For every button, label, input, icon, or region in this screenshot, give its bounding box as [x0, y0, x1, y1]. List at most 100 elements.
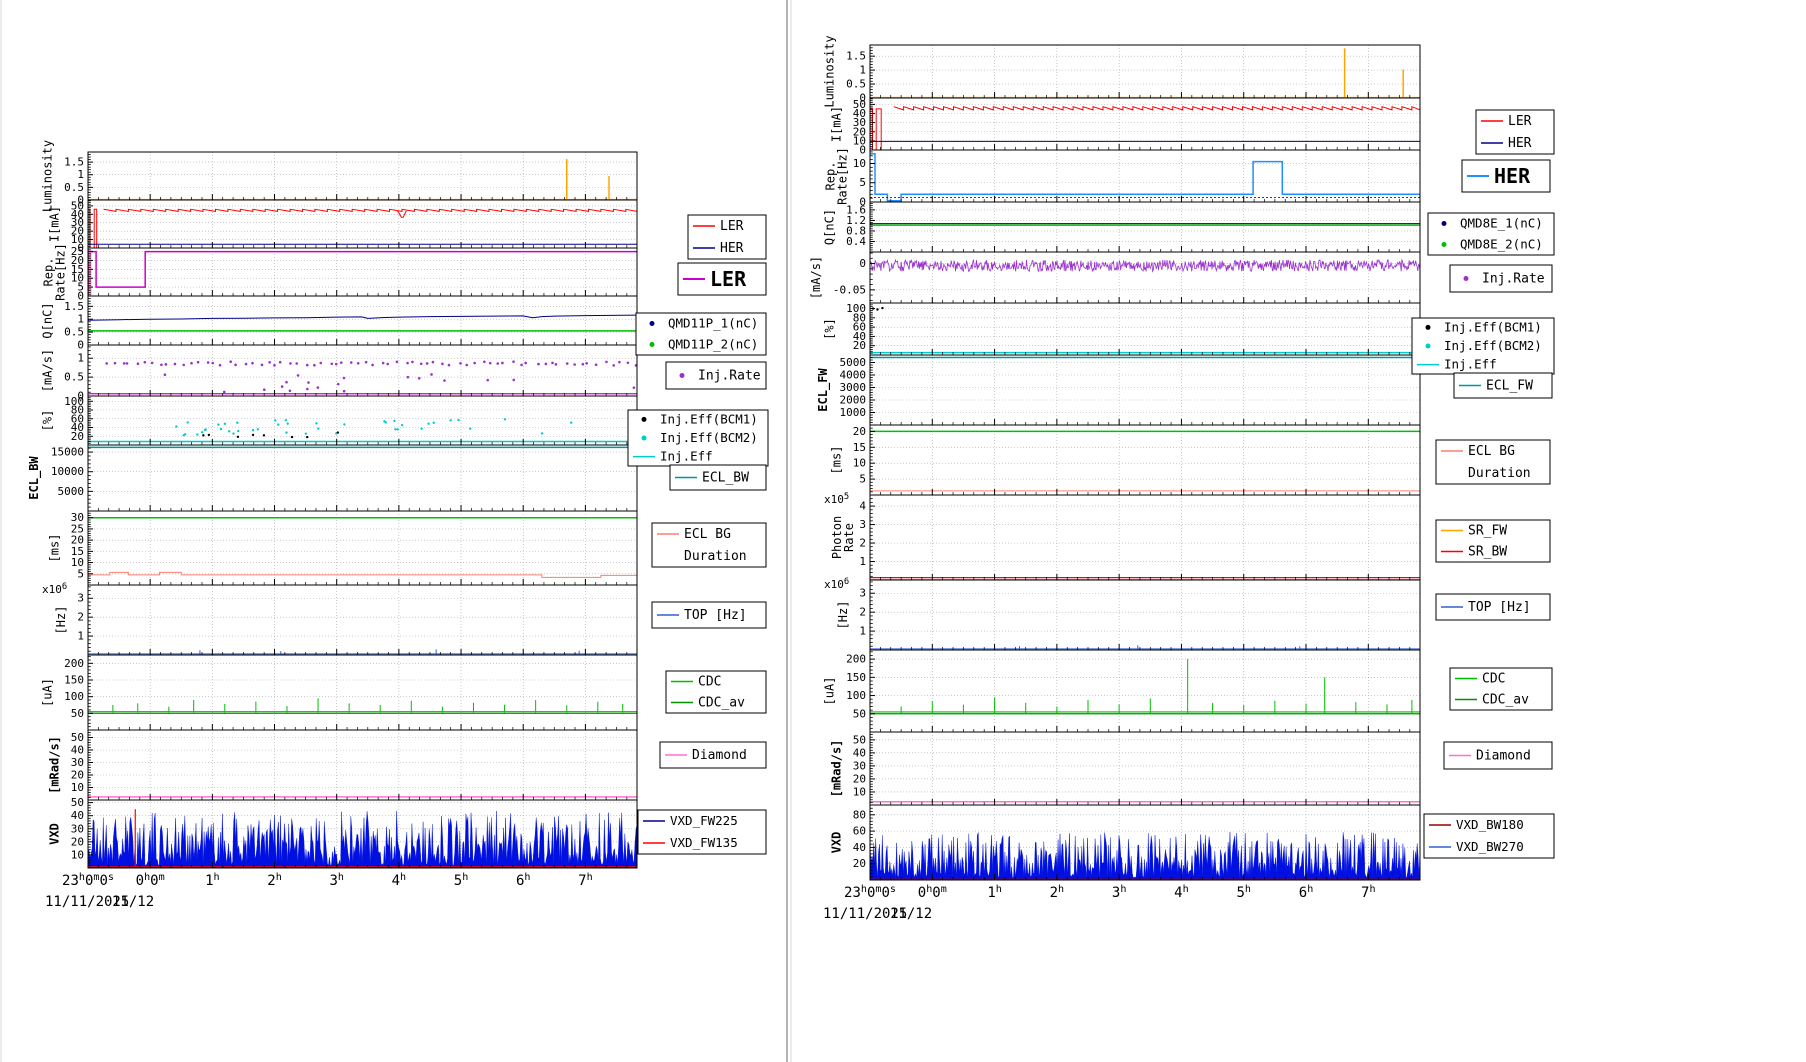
- y-tick-label: 30: [71, 756, 84, 769]
- y-tick-label: 10000: [51, 465, 84, 478]
- y-tick-label: 1: [77, 630, 84, 643]
- y-tick-label: 40: [853, 841, 866, 854]
- y-tick-label: 20: [853, 857, 866, 870]
- legend-label: Inj.Eff: [1444, 357, 1497, 372]
- legend-label: ECL_FW: [1486, 379, 1533, 394]
- y-tick-label: 1.5: [846, 50, 866, 63]
- subplot-inj-eff: 20406080100[%]: [823, 302, 1420, 355]
- legend-vxd-bw180: VXD_BW180VXD_BW270: [1424, 814, 1554, 858]
- y-tick-label: 150: [846, 671, 866, 684]
- y-tick-label: 3: [859, 587, 866, 600]
- legend-label: LER: [710, 267, 747, 291]
- y-tick-label: 50: [853, 98, 866, 111]
- y-axis-scale: x105: [824, 492, 849, 506]
- y-axis-title: [Hz]: [54, 606, 68, 635]
- y-axis-title: [ms]: [829, 446, 843, 475]
- y-tick-label: 25: [71, 245, 84, 258]
- legend-label: SR_BW: [1468, 545, 1507, 560]
- panel-ler: 00.511.5Luminosity01020304050I[mA]051015…: [27, 140, 768, 910]
- series-LER: [104, 209, 638, 211]
- y-tick-label: 0.5: [846, 78, 866, 91]
- subplot-luminosity: 00.511.5Luminosity: [41, 140, 637, 212]
- subplot-ecl-fw: 10002000300040005000ECL_FW: [816, 355, 1420, 425]
- legend-label: Duration: [684, 549, 747, 564]
- x-tick-label: 7h: [578, 872, 593, 889]
- subplot-inj-rate: -0.050[mA/s]: [809, 252, 1420, 303]
- legend-label: VXD_FW135: [670, 835, 738, 850]
- legend-label: ECL BG: [684, 527, 731, 542]
- legend-label: ECL_BW: [702, 471, 749, 486]
- subplot-ecl-bg: 51015202530[ms]: [47, 511, 637, 585]
- y-tick-label: 1: [77, 352, 84, 365]
- legend-qmd8e-1-nc-: QMD8E_1(nC)QMD8E_2(nC): [1428, 213, 1554, 255]
- y-tick-label: 10: [71, 781, 84, 794]
- legend-label: Inj.Eff(BCM2): [1444, 338, 1542, 353]
- legend-cdc: CDCCDC_av: [666, 671, 766, 713]
- y-tick-label: 5: [77, 567, 84, 580]
- y-axis-title: [%]: [823, 318, 837, 340]
- y-tick-label: 1.5: [64, 300, 84, 313]
- x-axis-date: 11/12: [112, 894, 154, 910]
- legend-qmd11p-1-nc-: QMD11P_1(nC)QMD11P_2(nC): [636, 313, 766, 355]
- legend-label: LER: [720, 219, 744, 234]
- series-VXD_FW225: [88, 811, 637, 868]
- subplot-diamond: 1020304050[mRad/s]: [829, 732, 1420, 805]
- series-HER: [894, 107, 1420, 110]
- series-Inj.Rate: [870, 260, 1420, 272]
- y-tick-label: 30: [71, 511, 84, 524]
- series-CDC-spikes: [113, 698, 623, 712]
- legend-ler: LERHER: [1476, 110, 1554, 154]
- legend-label: SR_FW: [1468, 524, 1507, 539]
- x-tick-label: 3h: [329, 872, 344, 889]
- legend-label: Inj.Eff(BCM1): [1444, 319, 1542, 334]
- y-tick-label: 20: [71, 534, 84, 547]
- y-tick-label: 100: [64, 395, 84, 408]
- legend-label: LER: [1508, 114, 1532, 129]
- y-tick-label: 10: [71, 556, 84, 569]
- legend-inj-eff-bcm1-: Inj.Eff(BCM1)Inj.Eff(BCM2)Inj.Eff: [628, 410, 768, 466]
- legend-label: QMD11P_2(nC): [668, 337, 758, 352]
- subplot-top: 123[Hz]x106: [824, 577, 1420, 650]
- y-axis-title: [mRad/s]: [47, 736, 61, 794]
- y-axis-title: I[mA]: [829, 106, 843, 142]
- y-axis-title: Q[nC]: [823, 209, 837, 245]
- subplot-charge: 00.511.5Q[nC]: [41, 296, 637, 352]
- subplot-diamond: 1020304050[mRad/s]: [47, 730, 637, 800]
- legend-label: CDC_av: [1482, 693, 1529, 708]
- subplot-ecl-bw: 50001000015000ECL_BW: [27, 445, 637, 511]
- y-tick-label: 0.5: [64, 181, 84, 194]
- y-tick-label: 5000: [840, 356, 867, 369]
- subplot-top: 123[Hz]x106: [42, 582, 637, 655]
- y-tick-label: 60: [853, 825, 866, 838]
- legend-label: Inj.Eff(BCM1): [660, 411, 758, 426]
- legend-label: Duration: [1468, 466, 1531, 481]
- y-tick-label: 150: [64, 674, 84, 687]
- subplot-current: 01020304050I[mA]: [47, 199, 637, 254]
- y-tick-label: 10: [71, 848, 84, 861]
- legend-label: Inj.Eff(BCM2): [660, 430, 758, 445]
- legend-vxd-fw225: VXD_FW225VXD_FW135: [638, 810, 766, 854]
- y-axis-title: ECL_FW: [816, 368, 831, 412]
- y-axis-title: [Hz]: [836, 601, 850, 630]
- y-tick-label: 5: [859, 473, 866, 486]
- y-axis-title: Rate[Hz]: [835, 147, 849, 205]
- legend-ecl-bw: ECL_BW: [670, 465, 766, 490]
- legend-ecl-fw: ECL_FW: [1454, 373, 1552, 398]
- series-Inj.Eff(BCM1): [202, 431, 339, 438]
- legend-dot-marker: [650, 321, 655, 326]
- y-tick-label: 0: [859, 257, 866, 270]
- y-tick-label: 10: [853, 457, 866, 470]
- series-Inj.Rate-scatter: [164, 373, 636, 393]
- legend-top-hz-: TOP [Hz]: [1436, 594, 1550, 620]
- x-tick-label: 2h: [267, 872, 282, 889]
- legend-sr-fw: SR_FW SR_BW: [1436, 520, 1550, 562]
- legend-ler: LER: [678, 263, 766, 295]
- y-axis-title: ECL_BW: [27, 456, 42, 500]
- series-HER-dropouts: [870, 109, 894, 150]
- legend-label: QMD8E_2(nC): [1460, 237, 1543, 252]
- y-tick-label: 0.5: [64, 371, 84, 384]
- x-tick-label: 23h0m0s: [844, 884, 896, 901]
- y-tick-label: 2: [77, 611, 84, 624]
- y-axis-title: Rate[Hz]: [53, 243, 67, 301]
- legend-dot-marker: [650, 342, 655, 347]
